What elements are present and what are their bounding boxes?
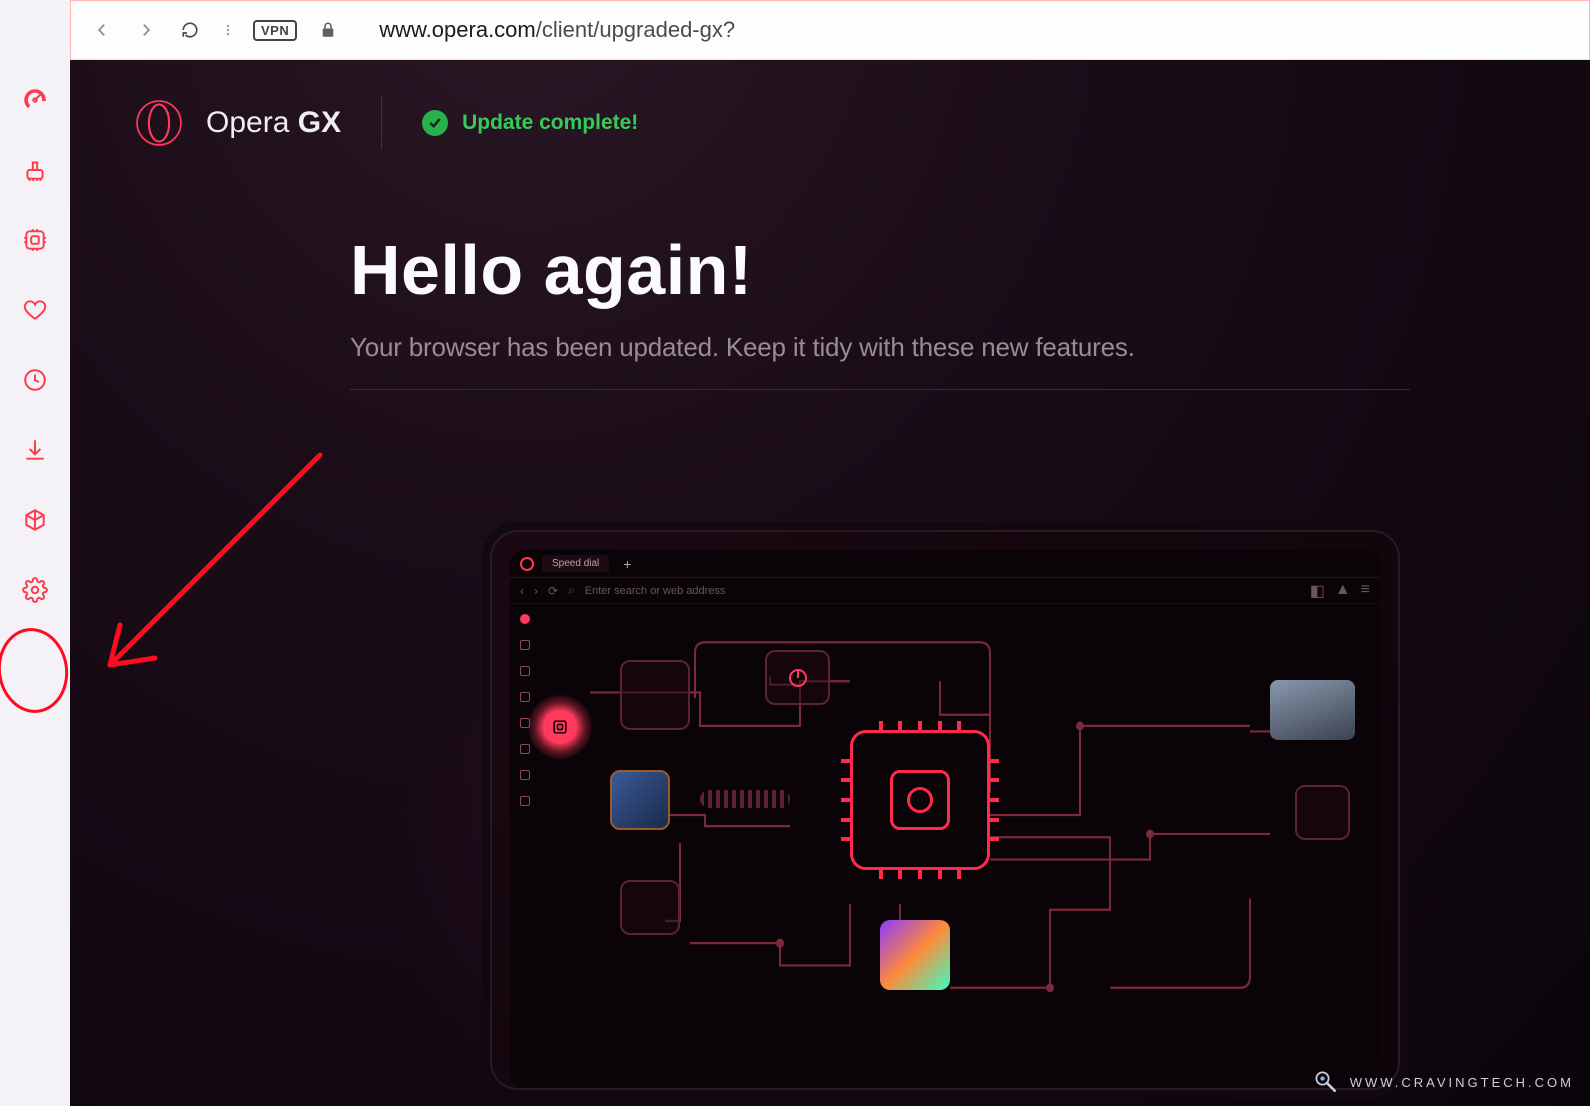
page-content: Opera GX Update complete! Hello again! Y… <box>70 60 1590 1106</box>
watermark-text: WWW.CRAVINGTECH.COM <box>1350 1075 1574 1090</box>
update-status: Update complete! <box>422 110 638 136</box>
mini-reload-icon: ⟳ <box>548 584 558 598</box>
section-divider <box>350 389 1410 390</box>
gx-control-icon[interactable] <box>20 225 50 255</box>
cleaner-icon[interactable] <box>20 155 50 185</box>
lock-icon <box>315 17 341 43</box>
address-bar[interactable]: www.opera.com/client/upgraded-gx? <box>379 17 735 43</box>
mini-tab: Speed dial <box>542 555 609 572</box>
circuit-illustration <box>550 620 1370 1088</box>
heart-icon[interactable] <box>20 295 50 325</box>
extensions-icon[interactable] <box>20 505 50 535</box>
mini-side-icon <box>520 744 530 754</box>
metal-tile <box>1270 680 1355 740</box>
color-tile <box>880 920 950 990</box>
mini-right-icon: ▲ <box>1335 581 1351 601</box>
mini-forward-icon: › <box>534 584 538 598</box>
reload-button[interactable] <box>177 17 203 43</box>
downloads-icon[interactable] <box>20 435 50 465</box>
laptop-screen: Speed dial + ‹ › ⟳ ⌕ Enter search or web… <box>510 550 1380 1088</box>
url-host: www.opera.com <box>379 17 536 42</box>
mini-side-icon <box>520 640 530 650</box>
back-button[interactable] <box>89 17 115 43</box>
page-headline: Hello again! <box>350 230 1590 310</box>
settings-icon[interactable] <box>20 575 50 605</box>
check-icon <box>422 110 448 136</box>
mini-side-icon <box>520 770 530 780</box>
opera-gx-logo-icon <box>132 96 186 150</box>
ic-box <box>1295 785 1350 840</box>
browser-sidebar <box>0 60 70 1106</box>
ic-box <box>620 660 690 730</box>
mini-right-icon: ◧ <box>1310 581 1325 601</box>
data-strip <box>700 790 790 808</box>
update-status-text: Update complete! <box>462 111 638 135</box>
watermark: WWW.CRAVINGTECH.COM <box>1312 1068 1574 1096</box>
brand-text: Opera GX <box>206 106 341 140</box>
mini-search-icon: ⌕ <box>568 583 575 598</box>
mini-side-icon <box>520 692 530 702</box>
cpu-chip-icon <box>850 730 990 870</box>
mini-side-icon <box>520 796 530 806</box>
monitor-icon <box>610 770 670 830</box>
speedometer-icon[interactable] <box>20 85 50 115</box>
forward-button[interactable] <box>133 17 159 43</box>
mini-right-icon: ≡ <box>1361 581 1370 601</box>
mini-search-placeholder: Enter search or web address <box>585 585 726 597</box>
url-path: /client/upgraded-gx? <box>536 17 735 42</box>
plus-icon: + <box>623 556 631 572</box>
power-icon <box>765 650 830 705</box>
brand: Opera GX <box>132 96 341 150</box>
menu-dots-icon[interactable] <box>221 17 235 43</box>
mini-addressbar: ‹ › ⟳ ⌕ Enter search or web address ◧ ▲ … <box>510 578 1380 604</box>
mini-sidebar <box>510 604 540 1088</box>
mini-tabbar: Speed dial + <box>510 550 1380 578</box>
page-subhead: Your browser has been updated. Keep it t… <box>350 332 1590 363</box>
vpn-badge[interactable]: VPN <box>253 20 297 41</box>
mini-side-icon <box>520 614 530 624</box>
mini-side-icon <box>520 666 530 676</box>
history-icon[interactable] <box>20 365 50 395</box>
watermark-icon <box>1312 1068 1340 1096</box>
laptop-mockup: Speed dial + ‹ › ⟳ ⌕ Enter search or web… <box>490 530 1400 1090</box>
divider <box>381 96 382 150</box>
mini-back-icon: ‹ <box>520 584 524 598</box>
opera-mini-icon <box>520 557 534 571</box>
brand-row: Opera GX Update complete! <box>70 60 1590 150</box>
ic-box <box>620 880 680 935</box>
browser-toolbar: VPN www.opera.com/client/upgraded-gx? <box>70 0 1590 60</box>
